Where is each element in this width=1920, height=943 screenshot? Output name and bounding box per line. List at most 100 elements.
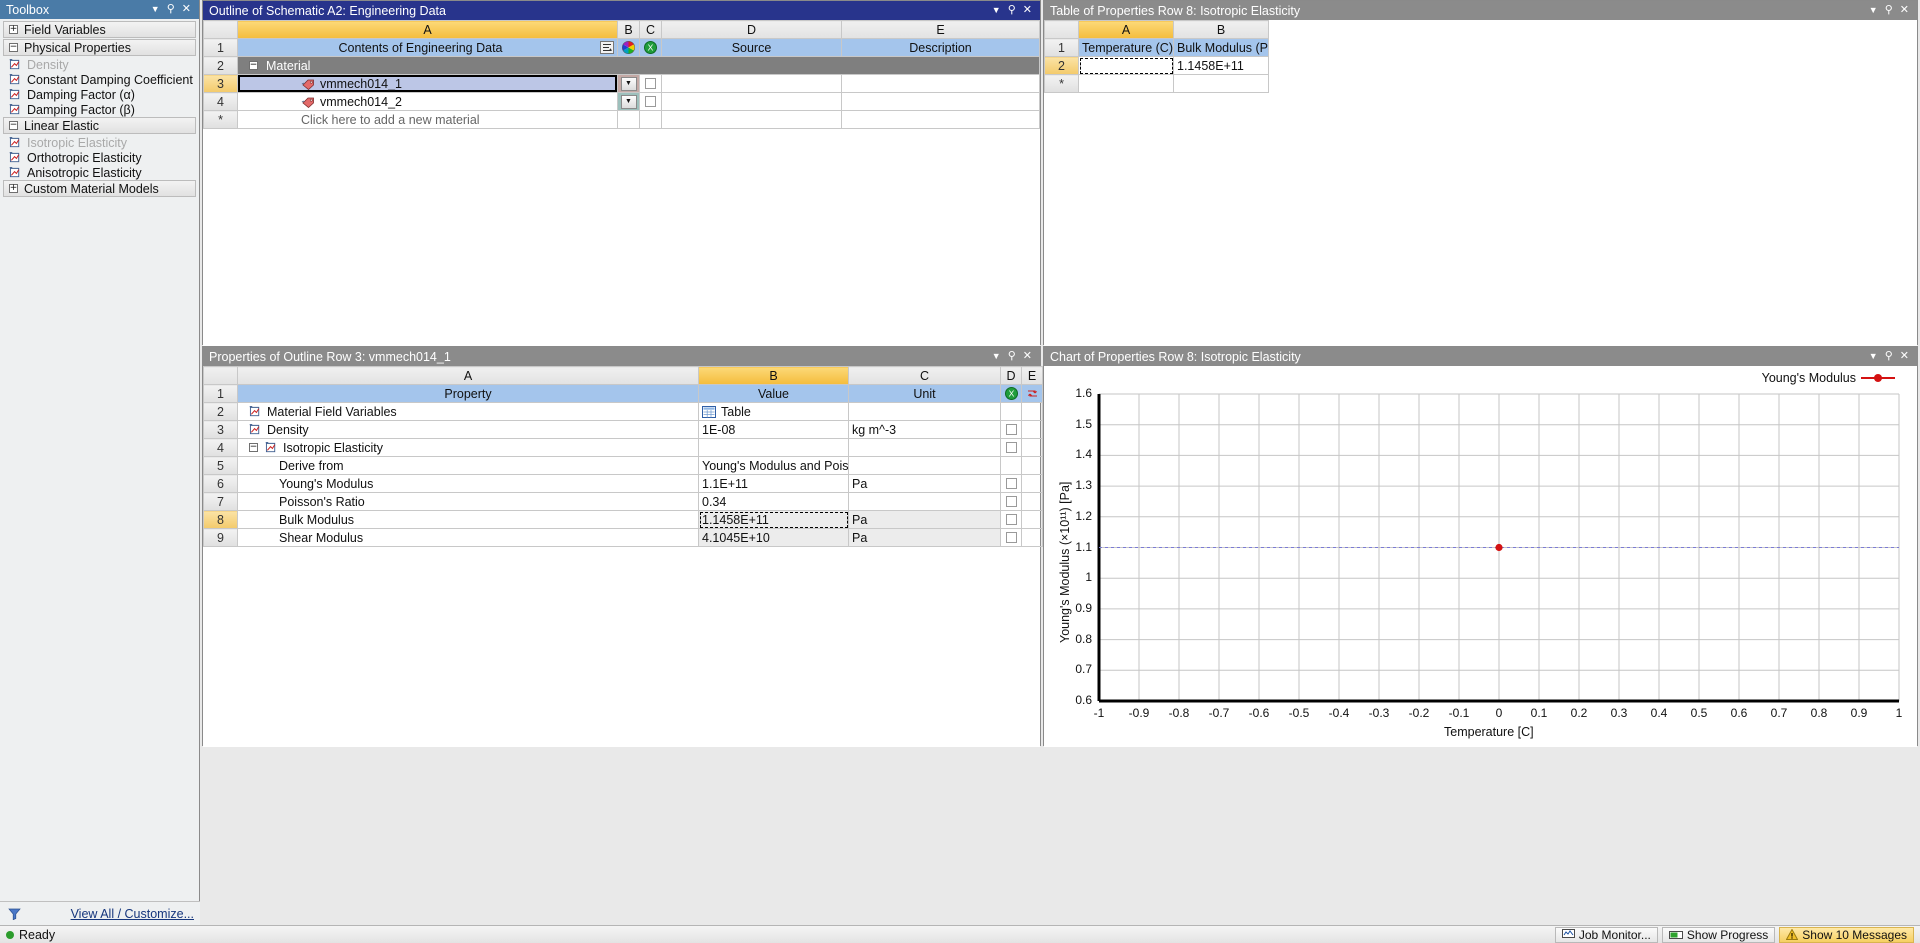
excel-icon[interactable]: X xyxy=(1004,387,1018,400)
tableprops-temperature-cell[interactable] xyxy=(1078,74,1174,93)
collapse-icon[interactable]: − xyxy=(9,43,18,52)
outline-material-name-cell[interactable]: vmmech014_1 xyxy=(237,74,618,93)
excel-checkbox[interactable] xyxy=(645,96,656,107)
excel-checkbox[interactable] xyxy=(1005,442,1017,453)
properties-excel-cell[interactable] xyxy=(1000,438,1022,457)
collapse-icon[interactable]: − xyxy=(249,61,258,70)
properties-excel-cell[interactable] xyxy=(1000,510,1022,529)
properties-data-row[interactable]: 2 Material Field Variables Table xyxy=(203,402,1043,421)
properties-property-cell[interactable]: Young's Modulus xyxy=(237,474,699,493)
toolbox-group-linear-elastic[interactable]: − Linear Elastic xyxy=(3,117,196,134)
tableprops-bulkmodulus-cell[interactable]: 1.1458E+11 xyxy=(1173,56,1269,75)
properties-data-row[interactable]: 5 Derive from Young's Modulus and Poisson…… xyxy=(203,456,1043,475)
outline-col-header-C[interactable]: C xyxy=(639,20,662,39)
close-icon[interactable]: ✕ xyxy=(1023,351,1032,362)
tableprops-bulkmodulus-cell[interactable] xyxy=(1173,74,1269,93)
toolbox-item-orthotropic-elasticity[interactable]: Orthotropic Elasticity xyxy=(3,150,196,165)
properties-value-cell[interactable]: 1.1E+11 xyxy=(698,474,849,493)
expand-icon[interactable]: + xyxy=(9,25,18,34)
chevron-down-icon[interactable]: ▼ xyxy=(151,5,160,14)
excel-checkbox[interactable] xyxy=(645,78,656,89)
tableprops-col-header-A[interactable]: A xyxy=(1078,20,1174,39)
tableprops-data-row[interactable]: * xyxy=(1044,74,1917,93)
outline-material-excel-cell[interactable] xyxy=(639,92,662,111)
properties-data-row[interactable]: 8 Bulk Modulus 1.1458E+11 Pa xyxy=(203,510,1043,529)
sort-variable-icon[interactable] xyxy=(600,41,614,54)
outline-material-name-cell[interactable]: vmmech014_2 xyxy=(237,92,618,111)
chart-plot-area[interactable]: Young's Modulus (×10¹¹) [Pa] Temperature… xyxy=(1044,366,1917,747)
pin-icon[interactable]: ⚲ xyxy=(1885,5,1893,16)
properties-data-row[interactable]: 9 Shear Modulus 4.1045E+10 Pa xyxy=(203,528,1043,547)
properties-value-cell[interactable]: 1E-08 xyxy=(698,420,849,439)
properties-data-row[interactable]: 6 Young's Modulus 1.1E+11 Pa xyxy=(203,474,1043,493)
properties-excel-cell[interactable] xyxy=(1000,456,1022,475)
properties-value-cell[interactable]: Table xyxy=(698,402,849,421)
outline-col-header-B[interactable]: B xyxy=(617,20,640,39)
properties-col-header-D[interactable]: D xyxy=(1000,366,1022,385)
properties-repeat-cell[interactable] xyxy=(1021,492,1043,511)
properties-repeat-cell[interactable] xyxy=(1021,474,1043,493)
properties-unit-cell[interactable]: Pa xyxy=(848,528,1001,547)
properties-repeat-cell[interactable] xyxy=(1021,528,1043,547)
properties-excel-cell[interactable] xyxy=(1000,528,1022,547)
chevron-down-icon[interactable]: ▼ xyxy=(1869,352,1878,361)
expand-icon[interactable]: + xyxy=(9,184,18,193)
outline-material-color-cell[interactable]: ▼ xyxy=(617,74,640,93)
outline-new-material-row[interactable]: * Click here to add a new material xyxy=(203,110,1040,129)
properties-data-row[interactable]: 4 − Isotropic Elasticity xyxy=(203,438,1043,457)
tableprops-temperature-cell[interactable] xyxy=(1078,56,1174,75)
outline-material-color-cell[interactable]: ▼ xyxy=(617,92,640,111)
tableprops-col-header-B[interactable]: B xyxy=(1173,20,1269,39)
excel-checkbox[interactable] xyxy=(1005,478,1017,489)
outline-material-excel-cell[interactable] xyxy=(639,74,662,93)
close-icon[interactable]: ✕ xyxy=(1900,351,1909,362)
outline-material-source-cell[interactable] xyxy=(661,92,842,111)
chevron-down-icon[interactable]: ▼ xyxy=(992,6,1001,15)
properties-col-header-B[interactable]: B xyxy=(698,366,849,385)
color-dropdown-button[interactable]: ▼ xyxy=(620,94,637,109)
color-wheel-icon[interactable] xyxy=(622,41,635,54)
collapse-icon[interactable]: − xyxy=(249,443,258,452)
outline-material-description-cell[interactable] xyxy=(841,74,1040,93)
properties-repeat-cell[interactable] xyxy=(1021,438,1043,457)
properties-unit-cell[interactable]: Pa xyxy=(848,474,1001,493)
close-icon[interactable]: ✕ xyxy=(182,4,191,15)
properties-value-cell[interactable]: Young's Modulus and Poisson…▼ xyxy=(698,456,849,475)
chevron-down-icon[interactable]: ▼ xyxy=(992,352,1001,361)
pin-icon[interactable]: ⚲ xyxy=(1885,351,1893,362)
properties-repeat-cell[interactable] xyxy=(1021,456,1043,475)
outline-col-header-A[interactable]: A xyxy=(237,20,618,39)
pin-icon[interactable]: ⚲ xyxy=(1008,351,1016,362)
properties-unit-cell[interactable] xyxy=(848,456,1001,475)
toolbox-group-custom-material-models[interactable]: + Custom Material Models xyxy=(3,180,196,197)
properties-value-cell[interactable]: 1.1458E+11 xyxy=(698,510,849,529)
properties-unit-cell[interactable]: kg m^-3 xyxy=(848,420,1001,439)
pin-icon[interactable]: ⚲ xyxy=(1008,5,1016,16)
close-icon[interactable]: ✕ xyxy=(1900,5,1909,16)
properties-property-cell[interactable]: Density xyxy=(237,420,699,439)
toolbox-group-physical-properties[interactable]: − Physical Properties xyxy=(3,39,196,56)
properties-data-row[interactable]: 3 Density 1E-08 kg m^-3 xyxy=(203,420,1043,439)
chevron-down-icon[interactable]: ▼ xyxy=(1869,6,1878,15)
properties-property-cell[interactable]: − Isotropic Elasticity xyxy=(237,438,699,457)
toolbox-item-damping-factor[interactable]: Damping Factor (β) xyxy=(3,102,196,117)
properties-col-header-C[interactable]: C xyxy=(848,366,1001,385)
properties-property-cell[interactable]: Material Field Variables xyxy=(237,402,699,421)
outline-section-cell[interactable]: − Material xyxy=(237,56,1040,75)
toolbox-item-constant-damping-coefficient[interactable]: Constant Damping Coefficient xyxy=(3,72,196,87)
properties-property-cell[interactable]: Bulk Modulus xyxy=(237,510,699,529)
collapse-icon[interactable]: − xyxy=(9,121,18,130)
properties-col-header-A[interactable]: A xyxy=(237,366,699,385)
properties-repeat-cell[interactable] xyxy=(1021,510,1043,529)
properties-unit-cell[interactable]: Pa xyxy=(848,510,1001,529)
close-icon[interactable]: ✕ xyxy=(1023,5,1032,16)
toolbox-item-anisotropic-elasticity[interactable]: Anisotropic Elasticity xyxy=(3,165,196,180)
outline-material-source-cell[interactable] xyxy=(661,74,842,93)
outline-material-row[interactable]: 4 vmmech014_2 ▼ xyxy=(203,92,1040,111)
properties-value-cell[interactable]: 4.1045E+10 xyxy=(698,528,849,547)
excel-checkbox[interactable] xyxy=(1005,532,1017,543)
properties-data-row[interactable]: 7 Poisson's Ratio 0.34 xyxy=(203,492,1043,511)
properties-unit-cell[interactable] xyxy=(848,438,1001,457)
excel-icon[interactable]: X xyxy=(644,41,657,54)
pin-icon[interactable]: ⚲ xyxy=(167,4,175,15)
